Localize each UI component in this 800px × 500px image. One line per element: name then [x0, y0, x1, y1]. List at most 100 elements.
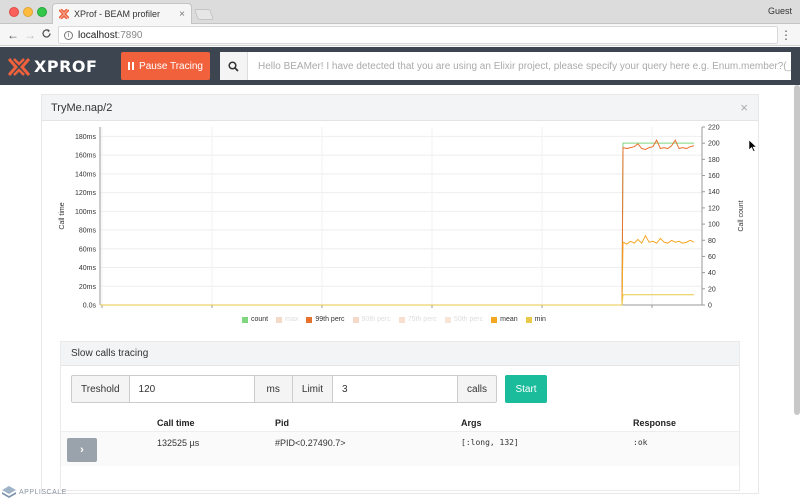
legend-label: 50th perc — [453, 316, 484, 323]
y-right-tick-label: 20 — [708, 286, 716, 293]
back-arrow-icon[interactable]: ← — [7, 28, 19, 42]
browser-menu-icon[interactable]: ⋮ — [780, 28, 792, 42]
url-host: localhost — [78, 29, 118, 41]
y-right-tick-label: 40 — [708, 270, 716, 277]
panel-header: TryMe.nap/2 × — [42, 95, 758, 121]
xprof-logo-icon — [7, 57, 31, 76]
xprof-favicon-icon — [58, 8, 70, 20]
legend-label: 99th perc — [315, 316, 345, 323]
legend-swatch — [491, 316, 498, 323]
page-scrollbar[interactable] — [794, 85, 800, 415]
y-left-tick-label: 140ms — [75, 171, 97, 178]
function-graph-panel: TryMe.nap/2 × 0.0s 20ms 40ms 60ms 80 ms 100ms 1… — [41, 94, 759, 494]
expand-row-button[interactable]: › — [67, 438, 97, 462]
legend-label: max — [285, 316, 299, 323]
forward-arrow-icon[interactable]: → — [24, 28, 36, 42]
browser-tab[interactable]: XProf - BEAM profiler × — [52, 3, 192, 24]
browser-address-bar: ← → i localhost:7890 ⋮ — [0, 24, 800, 46]
y-right-tick-label: 0 — [708, 303, 712, 310]
limit-unit: calls — [457, 375, 498, 403]
column-header-pid[interactable]: Pid — [275, 418, 289, 428]
mouse-cursor-icon — [748, 139, 758, 155]
legend-label: 90th perc — [361, 316, 391, 323]
appliscale-logo-icon — [2, 486, 16, 498]
legend-item[interactable]: 99th perc — [306, 316, 345, 323]
y-right-tick-label: 60 — [708, 254, 716, 261]
chart-legend: count max 99th perc 90th perc 75th perc 50th … — [242, 316, 546, 323]
threshold-input[interactable] — [129, 375, 254, 403]
query-search-input[interactable] — [248, 52, 791, 80]
pause-icon — [128, 62, 135, 70]
legend-swatch — [352, 316, 359, 323]
y-left-axis-label: Call time — [59, 202, 66, 229]
slow-calls-title: Slow calls tracing — [61, 342, 739, 366]
legend-item[interactable]: min — [525, 316, 546, 323]
y-right-tick-label: 100 — [708, 222, 720, 229]
y-left-tick-label: 20ms — [79, 284, 97, 291]
series-line-min — [100, 294, 694, 306]
column-header-call-time[interactable]: Call time — [157, 418, 195, 428]
y-left-tick-label: 120ms — [75, 190, 97, 197]
slow-calls-form: Treshold ms Limit calls Start — [71, 375, 548, 403]
series-line-count — [100, 142, 694, 306]
y-right-tick-label: 180 — [708, 157, 720, 164]
close-window-button[interactable] — [9, 7, 19, 17]
start-tracing-button[interactable]: Start — [505, 375, 548, 403]
main-content: TryMe.nap/2 × 0.0s 20ms 40ms 60ms 80 ms 100ms 1… — [0, 85, 794, 500]
url-field[interactable]: i localhost:7890 — [58, 26, 778, 44]
maximize-window-button[interactable] — [37, 7, 47, 17]
legend-item[interactable]: count — [242, 316, 268, 323]
search-icon[interactable] — [220, 52, 248, 80]
table-row: › 132525 µs #PID<0.27490.7> [:long, 132]… — [61, 432, 739, 466]
legend-item[interactable]: 90th perc — [352, 316, 391, 323]
xprof-logo[interactable]: XPROF — [7, 57, 97, 76]
y-right-tick-label: 140 — [708, 189, 720, 196]
legend-swatch — [398, 316, 405, 323]
legend-swatch — [525, 316, 532, 323]
minimize-window-button[interactable] — [23, 7, 33, 17]
cell-call-time: 132525 µs — [157, 438, 200, 448]
y-left-tick-label: 100ms — [75, 209, 97, 216]
guest-profile-label[interactable]: Guest — [768, 6, 792, 16]
legend-swatch — [242, 316, 248, 323]
query-search-box — [220, 52, 791, 80]
pause-tracing-button[interactable]: Pause Tracing — [121, 52, 210, 80]
y-left-tick-label: 60ms — [79, 246, 97, 253]
reload-icon[interactable] — [41, 28, 52, 42]
legend-label: count — [251, 316, 269, 323]
limit-input[interactable] — [333, 375, 458, 403]
slow-calls-table-header: Call time Pid Args Response — [61, 412, 739, 432]
cell-response: :ok — [633, 438, 648, 447]
url-port: :7890 — [117, 29, 143, 41]
y-right-axis-label: Call count — [738, 200, 745, 231]
tab-title: XProf - BEAM profiler — [74, 9, 161, 19]
column-header-args[interactable]: Args — [461, 418, 482, 428]
threshold-label: Treshold — [71, 375, 130, 403]
y-left-tick-label: 180ms — [75, 134, 97, 141]
close-panel-icon[interactable]: × — [740, 100, 748, 115]
cell-pid: #PID<0.27490.7> — [275, 438, 346, 448]
legend-item[interactable]: max — [276, 316, 298, 323]
cell-args: [:long, 132] — [461, 438, 519, 447]
legend-item[interactable]: 50th perc — [444, 316, 484, 323]
legend-swatch — [306, 316, 313, 323]
y-right-tick-label: 220 — [708, 125, 720, 132]
new-tab-button[interactable] — [193, 9, 215, 20]
y-left-tick-label: 40ms — [79, 265, 97, 272]
pause-tracing-label: Pause Tracing — [139, 60, 203, 72]
limit-label: Limit — [292, 375, 334, 403]
series-line-99th-perc — [100, 139, 695, 306]
legend-label: min — [534, 316, 546, 323]
appliscale-brand-text: APPLISCALE — [19, 488, 67, 496]
y-right-tick-label: 80 — [708, 238, 716, 245]
y-left-tick-label: 0.0s — [83, 303, 97, 310]
legend-item[interactable]: mean — [491, 316, 518, 323]
tab-close-icon[interactable]: × — [179, 9, 185, 20]
legend-item[interactable]: 75th perc — [398, 316, 437, 323]
app-header: XPROF Pause Tracing — [0, 47, 800, 85]
appliscale-logo: APPLISCALE — [2, 486, 67, 498]
info-icon[interactable]: i — [64, 30, 73, 40]
panel-title: TryMe.nap/2 — [51, 101, 113, 114]
threshold-unit: ms — [253, 375, 293, 403]
column-header-response[interactable]: Response — [633, 418, 676, 428]
